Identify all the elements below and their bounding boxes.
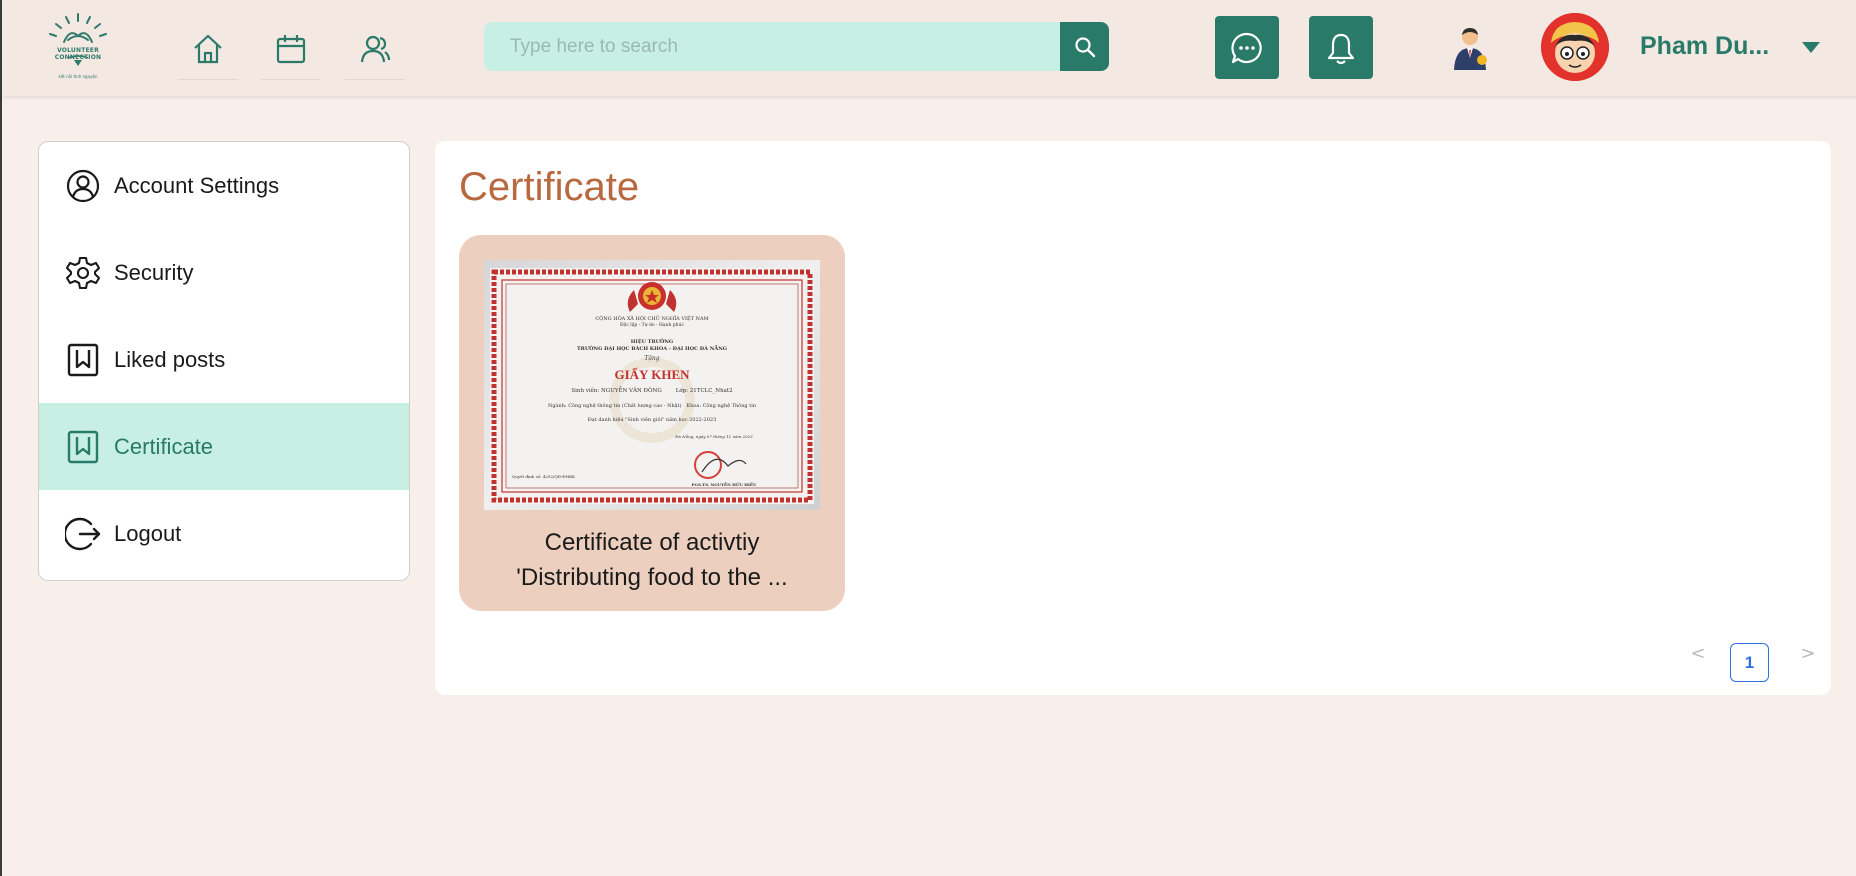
nav-community[interactable] <box>345 18 405 80</box>
bookmark-icon <box>67 430 99 464</box>
page-title: Certificate <box>459 165 640 209</box>
app-logo[interactable]: VOLUNTEER CONNECTION kết nối tình nguyện <box>38 10 118 86</box>
certificate-caption: Certificate of activtiy 'Distributing fo… <box>475 525 829 595</box>
messages-button[interactable] <box>1215 16 1279 79</box>
home-icon <box>194 34 222 63</box>
sidebar-item-label: Security <box>114 259 194 285</box>
certificate-caption-line-1: Certificate of activtiy <box>544 529 760 556</box>
sidebar-item-label: Account Settings <box>114 172 280 198</box>
notifications-button[interactable] <box>1309 16 1373 79</box>
certificate-major-line: Ngành: Công nghệ thông tin (Chất lượng c… <box>547 403 757 409</box>
certificate-student-line: Sinh viên: NGUYỄN VĂN ĐÔNG Lớp: 21TCLC_N… <box>571 388 733 394</box>
certificate-card[interactable]: CỘNG HÒA XÃ HỘI CHỦ NGHĨA VIỆT NAM Độc l… <box>459 235 845 611</box>
user-menu-dropdown[interactable] <box>1801 40 1821 54</box>
user-name[interactable]: Pham Du... <box>1640 32 1780 61</box>
gear-icon <box>65 256 101 290</box>
bookmark-icon <box>67 343 99 377</box>
sidebar-item-label: Liked posts <box>114 346 226 372</box>
users-icon <box>360 35 391 62</box>
search-bar <box>484 22 1109 71</box>
nav-calendar[interactable] <box>261 18 321 80</box>
calendar-icon <box>276 34 306 63</box>
certificate-panel: Certificate CỘNG HÒA XÃ HỘI CHỦ NGHĨA VI… <box>435 141 1831 695</box>
search-button[interactable] <box>1060 22 1109 71</box>
search-input[interactable] <box>484 22 1060 71</box>
pagination-next-button[interactable]: > <box>1798 644 1818 664</box>
certificate-signer: PGS.TS. NGUYỄN HỮU HIẾU <box>691 482 757 487</box>
nav-home[interactable] <box>178 18 238 80</box>
sidebar-item-liked-posts[interactable]: Liked posts <box>39 316 409 403</box>
sidebar-item-certificate[interactable]: Certificate <box>39 403 409 490</box>
sidebar-item-security[interactable]: Security <box>39 229 409 316</box>
bell-icon <box>1327 33 1355 64</box>
certificate-header-5: Tặng <box>644 355 660 362</box>
pagination-page-1[interactable]: 1 <box>1730 643 1769 682</box>
sidebar-item-label: Certificate <box>114 433 214 459</box>
certificate-image: CỘNG HÒA XÃ HỘI CHỦ NGHĨA VIỆT NAM Độc l… <box>484 260 820 510</box>
certificate-achievement-line: Đạt danh hiệu "Sinh viên giỏi" năm học 2… <box>587 417 717 423</box>
certificate-header-3: HIỆU TRƯỞNG <box>630 339 674 345</box>
sidebar-item-logout[interactable]: Logout <box>39 490 409 577</box>
top-header: VOLUNTEER CONNECTION kết nối tình nguyện <box>2 0 1856 96</box>
certificate-header-1: CỘNG HÒA XÃ HỘI CHỦ NGHĨA VIỆT NAM <box>595 316 709 322</box>
certificate-caption-line-2: 'Distributing food to the ... <box>516 564 788 591</box>
settings-sidebar: Account Settings Security Liked posts Ce… <box>38 141 410 581</box>
pagination-prev-button[interactable]: < <box>1688 644 1708 664</box>
volunteer-badge-icon[interactable] <box>1450 26 1490 70</box>
certificate-header-2: Độc lập - Tự do - Hạnh phúc <box>619 323 684 328</box>
certificate-date-line: Đà Nẵng, ngày 07 tháng 11 năm 2023 <box>675 434 753 439</box>
logo-text: VOLUNTEER CONNECTION <box>54 47 102 61</box>
logout-icon <box>65 517 101 551</box>
chat-bubble-icon <box>1231 32 1262 63</box>
caret-down-icon <box>1802 42 1820 53</box>
user-avatar[interactable] <box>1541 13 1609 81</box>
certificate-award-title: GIẤY KHEN <box>614 367 690 382</box>
sidebar-item-label: Logout <box>114 520 182 546</box>
search-icon <box>1074 36 1095 57</box>
certificate-header-4: TRƯỜNG ĐẠI HỌC BÁCH KHOA - ĐẠI HỌC ĐÀ NẴ… <box>576 346 728 352</box>
user-circle-icon <box>66 169 100 203</box>
sidebar-item-account-settings[interactable]: Account Settings <box>39 142 409 229</box>
certificate-ref-line: Quyết định số: 4292/QĐ-ĐHBK <box>512 474 575 479</box>
logo-subtext: kết nối tình nguyện <box>58 74 98 79</box>
